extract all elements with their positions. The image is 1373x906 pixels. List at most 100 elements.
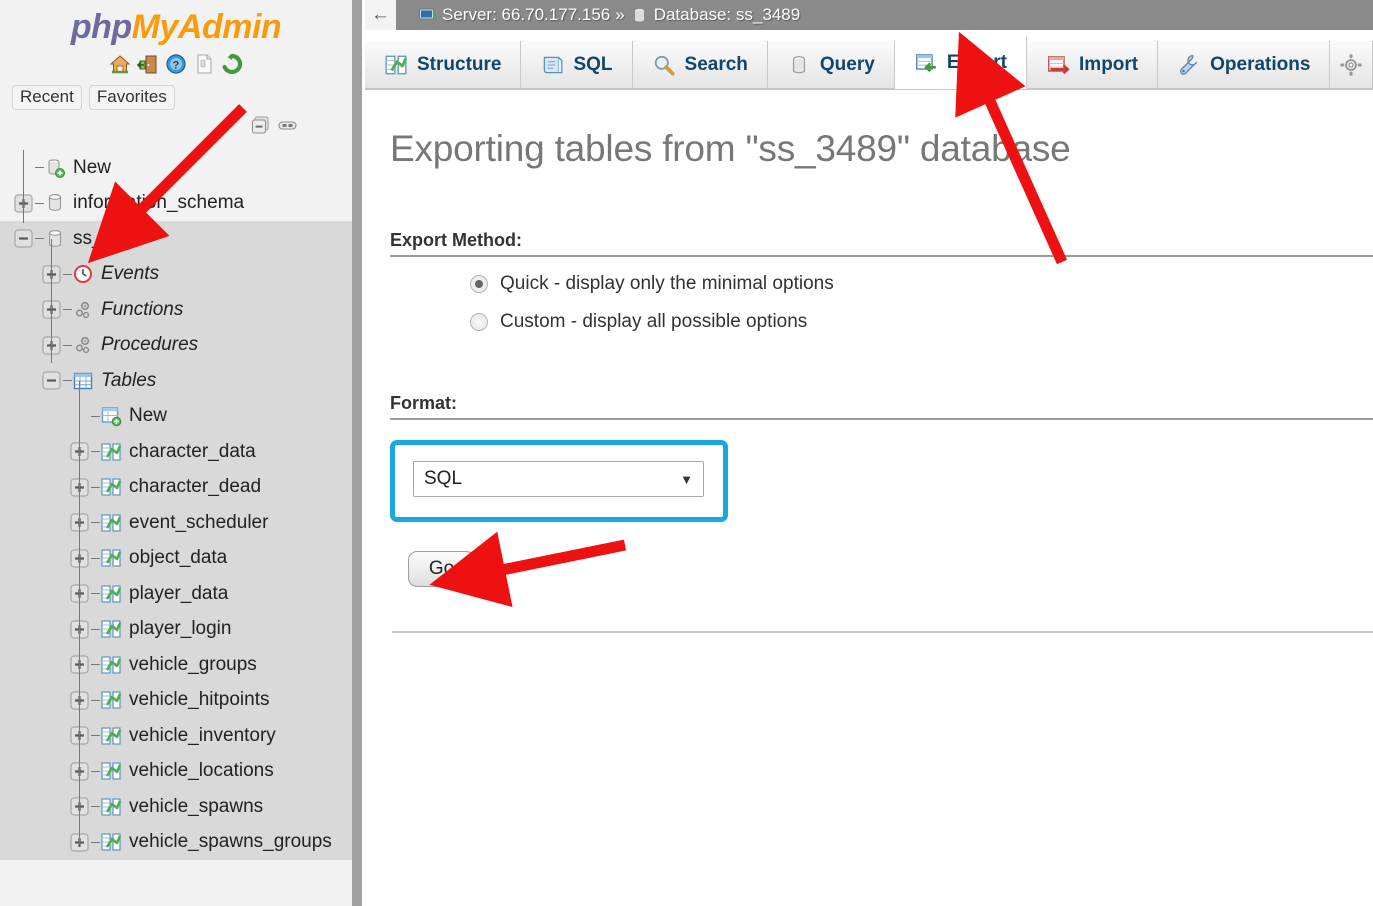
reload-icon[interactable] [221,53,243,75]
collapse-icon[interactable] [14,229,33,248]
tree-node-events[interactable]: Events [0,256,352,292]
tab-operations[interactable]: Operations [1158,41,1331,89]
tab-label: Import [1079,53,1139,75]
tree-node-player-data[interactable]: player_data [0,576,352,612]
tab-import[interactable]: Import [1027,41,1159,89]
table-icon [100,476,122,498]
tree-vertical-connector [23,150,24,223]
tree-connector [91,699,100,701]
tree-node-functions[interactable]: Functions [0,292,352,328]
database-icon [44,192,66,214]
recent-button[interactable]: Recent [12,85,82,110]
tree-node-label[interactable]: vehicle_spawns_groups [129,831,332,853]
collapse-all-icon[interactable] [251,116,270,135]
breadcrumb-server-label[interactable]: Server: 66.70.177.156 [442,5,610,25]
tree-node-character-dead[interactable]: character_dead [0,469,352,505]
content-area: Exporting tables from "ss_3489" database… [365,90,1373,633]
tree-connector [91,486,100,488]
tree-node-label[interactable]: vehicle_groups [129,654,257,676]
tree-node-event-scheduler[interactable]: event_scheduler [0,505,352,541]
export-method-custom-row[interactable]: Custom - display all possible options [390,311,1373,333]
tree-connector [91,522,100,524]
tree-node-label[interactable]: vehicle_inventory [129,725,276,747]
tree-node-label[interactable]: vehicle_spawns [129,796,263,818]
export-method-quick-row[interactable]: Quick - display only the minimal options [390,273,1373,295]
tab-query[interactable]: Query [767,41,895,89]
export-icon [914,51,938,75]
tree-node-vehicle-locations[interactable]: vehicle_locations [0,753,352,789]
tree-node-procedures[interactable]: Procedures [0,327,352,363]
tab-structure[interactable]: Structure [365,41,522,89]
help-icon[interactable]: ? [165,53,187,75]
tree-node-label[interactable]: vehicle_hitpoints [129,689,269,711]
tree-node-label[interactable]: New [73,157,111,179]
tree-node-label[interactable]: Procedures [101,334,198,356]
home-icon[interactable] [109,53,131,75]
tree-node-player-login[interactable]: player_login [0,611,352,647]
tree-node-label[interactable]: Functions [101,299,183,321]
documentation-icon[interactable] [193,53,215,75]
radio-custom[interactable] [470,313,488,331]
go-button[interactable]: Go [408,551,475,587]
tree-connector [63,344,72,346]
tree-node-character-data[interactable]: character_data [0,434,352,470]
link-with-main-panel-icon[interactable] [278,116,297,135]
tree-node-tables[interactable]: Tables [0,363,352,399]
structure-icon [384,53,408,77]
tree-node-ss-3489[interactable]: ss_3489 [0,221,352,257]
tree-connector [91,451,100,453]
table-icon [100,512,122,534]
format-divider [390,418,1373,420]
tree-node-new[interactable]: New [0,398,352,434]
tree-node-label[interactable]: Tables [101,370,156,392]
tab-export[interactable]: Export [894,37,1028,89]
back-button[interactable]: ← [365,0,396,30]
tree-connector [63,273,72,275]
table-icon [100,441,122,463]
tree-node-label[interactable]: character_data [129,441,256,463]
tree-node-vehicle-groups[interactable]: vehicle_groups [0,647,352,683]
collapse-icon[interactable] [42,371,61,390]
table-icon [100,547,122,569]
tree-node-label[interactable]: player_login [129,618,231,640]
tree-node-object-data[interactable]: object_data [0,540,352,576]
tree-node-label[interactable]: ss_3489 [73,228,145,250]
logo-text-php: php [70,8,132,46]
tree-node-vehicle-spawns[interactable]: vehicle_spawns [0,789,352,825]
breadcrumb-database-label[interactable]: Database: ss_3489 [654,5,801,25]
navigation-sidebar: phpMyAdmin ? Recent Favorites New inform… [0,0,352,906]
database-icon [630,6,649,25]
tree-node-vehicle-inventory[interactable]: vehicle_inventory [0,718,352,754]
tab-label: Search [684,53,748,75]
favorites-button[interactable]: Favorites [88,85,175,110]
tree-node-label[interactable]: vehicle_locations [129,760,274,782]
radio-quick[interactable] [470,275,488,293]
tree-node-label[interactable]: event_scheduler [129,512,268,534]
tree-node-label[interactable]: Events [101,263,159,285]
format-select[interactable]: SQL ▼ [413,461,704,497]
logout-icon[interactable] [136,53,159,75]
tab-settings[interactable] [1330,41,1373,89]
format-select-value: SQL [424,468,463,489]
tab-search[interactable]: Search [632,41,768,89]
tree-node-information-schema[interactable]: information_schema [0,186,352,222]
logo-text-myadmin: MyAdmin [131,8,282,46]
tree-node-label[interactable]: object_data [129,547,227,569]
tree-node-vehicle-spawns-groups[interactable]: vehicle_spawns_groups [0,824,352,860]
tree-vertical-connector [79,381,80,844]
tree-connector [35,238,44,240]
tree-connector [91,664,100,666]
operations-icon [1177,53,1201,77]
tree-node-new[interactable]: New [0,150,352,186]
tree-node-label[interactable]: player_data [129,583,228,605]
tab-sql[interactable]: SQL [521,41,633,89]
tree-node-label[interactable]: New [129,405,167,427]
radio-custom-label[interactable]: Custom - display all possible options [500,311,807,333]
phpmyadmin-logo[interactable]: phpMyAdmin [0,0,352,47]
sidebar-scrollbar[interactable] [352,0,362,906]
tree-node-label[interactable]: character_dead [129,476,261,498]
tree-node-vehicle-hitpoints[interactable]: vehicle_hitpoints [0,682,352,718]
tree-node-label[interactable]: information_schema [73,192,244,214]
radio-quick-label[interactable]: Quick - display only the minimal options [500,273,834,295]
query-icon [787,53,811,77]
